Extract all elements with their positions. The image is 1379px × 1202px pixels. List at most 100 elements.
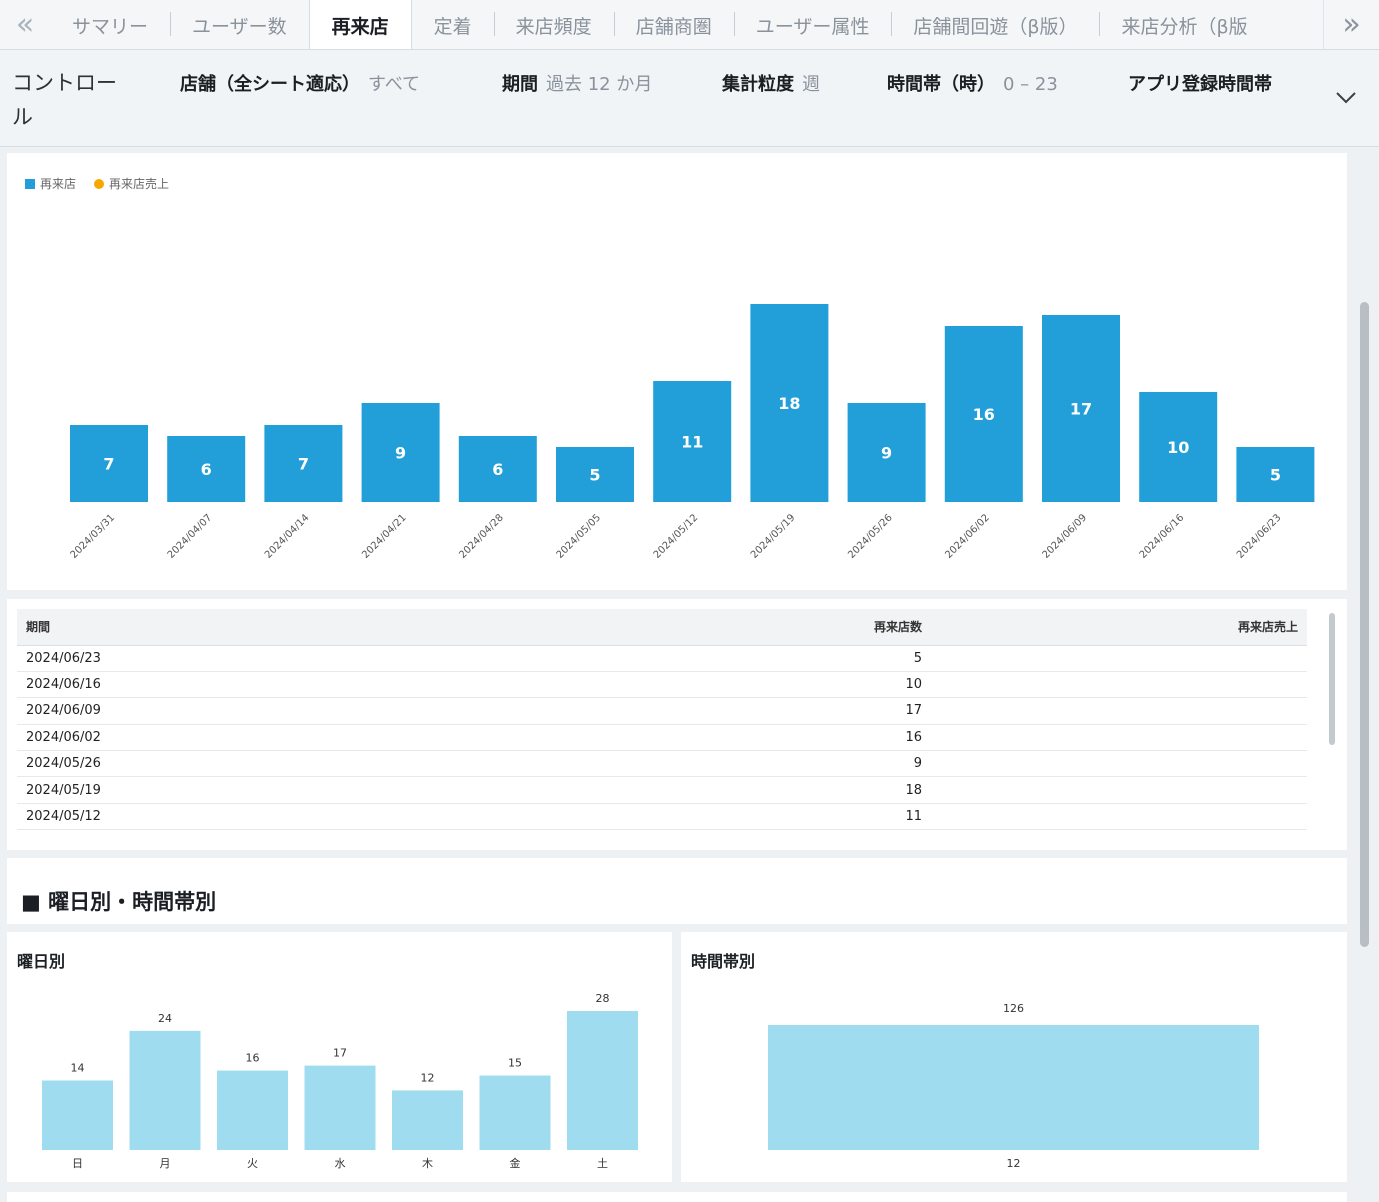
chevron-down-icon[interactable] bbox=[1335, 86, 1357, 108]
bar-value-label: 17 bbox=[333, 1047, 347, 1060]
tab-7[interactable]: 店舗間回遊（β版） bbox=[891, 0, 1099, 49]
cell-period: 2024/06/23 bbox=[17, 645, 675, 672]
legend-swatch-dot bbox=[94, 178, 105, 189]
revisit-bar-chart: 7 2024/03/31 6 2024/04/07 7 2024/04/14 9 2024/0… bbox=[69, 304, 1315, 561]
cell-revisit-count: 11 bbox=[675, 803, 931, 831]
bar-value-label: 126 bbox=[1003, 1002, 1024, 1015]
cell-revisit-count: 18 bbox=[675, 776, 931, 804]
column-header-revisit-count[interactable]: 再来店数 bbox=[675, 609, 931, 646]
table-row[interactable]: 2024/06/09 17 bbox=[17, 697, 1307, 725]
x-tick-label: 木 bbox=[422, 1157, 433, 1170]
cell-revisit-sales bbox=[931, 776, 1307, 804]
revisit-table-panel: 期間 再来店数 再来店売上 2024/06/23 5 2024/06/16 10 202… bbox=[7, 599, 1347, 850]
granularity-filter-label: 集計粒度 bbox=[722, 74, 794, 95]
legend-swatch-square bbox=[25, 178, 35, 189]
period-filter-label: 期間 bbox=[502, 74, 538, 95]
weekday-bar[interactable] bbox=[217, 1070, 288, 1150]
bar-value-label: 15 bbox=[508, 1057, 522, 1070]
weekday-bar[interactable] bbox=[479, 1075, 551, 1150]
cell-period: 2024/05/12 bbox=[17, 803, 675, 831]
cell-revisit-sales bbox=[931, 803, 1307, 831]
bar-value-label: 9 bbox=[395, 444, 406, 463]
legend-label: 再来店売上 bbox=[109, 177, 170, 191]
legend-item-revisit-sales[interactable]: 再来店売上 bbox=[94, 175, 169, 192]
table-row[interactable]: 2024/06/02 16 bbox=[17, 724, 1307, 752]
tab-2[interactable]: 再来店 bbox=[308, 0, 412, 49]
bar-value-label: 7 bbox=[298, 455, 309, 474]
bar-value-label: 24 bbox=[158, 1012, 172, 1025]
x-tick-label: 2024/06/09 bbox=[1041, 512, 1090, 561]
hour-filter[interactable]: 時間帯（時） 0 – 23 bbox=[887, 70, 1058, 96]
x-tick-label: 金 bbox=[510, 1156, 521, 1170]
bar-value-label: 7 bbox=[103, 455, 114, 474]
revisit-chart-panel: 再来店 再来店売上 7 2024/03/31 6 2024/04/07 7 2024/04… bbox=[7, 153, 1347, 590]
control-panel: コントロール 店舗（全シート適応） すべて 期間 過去 12 か月 集計粒度週 時間… bbox=[0, 50, 1379, 147]
table-row[interactable]: 2024/06/23 5 bbox=[17, 645, 1307, 672]
weekday-bar[interactable] bbox=[392, 1090, 463, 1150]
legend-label: 再来店 bbox=[40, 177, 77, 191]
tab-8[interactable]: 来店分析（β版 bbox=[1099, 0, 1269, 49]
cell-revisit-count: 16 bbox=[675, 724, 931, 752]
x-tick-label: 2024/06/02 bbox=[943, 512, 992, 561]
cell-revisit-sales bbox=[931, 671, 1307, 699]
bar-value-label: 18 bbox=[778, 394, 800, 413]
control-title: コントロール bbox=[12, 71, 117, 129]
bar-value-label: 16 bbox=[246, 1052, 260, 1065]
x-tick-label: 2024/03/31 bbox=[69, 512, 118, 561]
cell-revisit-count: 17 bbox=[675, 697, 931, 725]
x-tick-label: 2024/05/12 bbox=[652, 512, 701, 561]
cell-revisit-sales bbox=[931, 750, 1307, 778]
weekday-bar[interactable] bbox=[129, 1030, 201, 1150]
cell-revisit-count: 10 bbox=[675, 671, 931, 699]
bar-value-label: 5 bbox=[589, 466, 600, 485]
tab-0[interactable]: サマリー bbox=[50, 0, 170, 49]
period-filter-value: 過去 12 か月 bbox=[546, 74, 653, 95]
weekday-bar[interactable] bbox=[567, 1011, 638, 1150]
tab-6[interactable]: ユーザー属性 bbox=[733, 0, 892, 49]
x-tick-label: 2024/05/19 bbox=[749, 512, 798, 561]
weekday-bar[interactable] bbox=[304, 1065, 376, 1150]
tabs-scroll-right-icon[interactable]: » bbox=[1323, 0, 1379, 49]
bar-value-label: 6 bbox=[201, 460, 212, 479]
column-header-period[interactable]: 期間 bbox=[17, 609, 675, 646]
weekday-chart-title: 曜日別 bbox=[17, 952, 66, 971]
tab-5[interactable]: 店舗商圏 bbox=[613, 0, 734, 49]
cell-period: 2024/06/09 bbox=[17, 697, 675, 725]
table-row[interactable]: 2024/05/19 18 bbox=[17, 776, 1307, 804]
legend-item-revisit[interactable]: 再来店 bbox=[25, 175, 76, 192]
tabs-scroll-left-icon[interactable]: « bbox=[0, 0, 50, 49]
store-filter[interactable]: 店舗（全シート適応） すべて bbox=[180, 70, 420, 96]
bar-value-label: 9 bbox=[881, 444, 892, 463]
weekday-bar[interactable] bbox=[42, 1080, 113, 1151]
bar-value-label: 5 bbox=[1270, 466, 1281, 485]
cell-revisit-sales bbox=[931, 724, 1307, 752]
bar-value-label: 17 bbox=[1070, 400, 1092, 419]
bar-value-label: 10 bbox=[1167, 438, 1189, 457]
column-header-revisit-sales[interactable]: 再来店売上 bbox=[931, 609, 1307, 646]
sheet-tab-bar: « サマリー ユーザー数 再来店 定着 来店頻度 店舗商圏 ユーザー属性 店舗間回遊（β版）来… bbox=[0, 0, 1379, 50]
hour-chart-title: 時間帯別 bbox=[691, 952, 756, 971]
tab-4[interactable]: 来店頻度 bbox=[493, 0, 614, 49]
store-filter-label: 店舗（全シート適応） bbox=[180, 74, 360, 95]
table-scrollbar[interactable] bbox=[1329, 613, 1335, 745]
x-tick-label: 2024/04/21 bbox=[360, 512, 409, 561]
hour-chart-panel: 時間帯別 126 12 bbox=[681, 932, 1347, 1182]
granularity-filter[interactable]: 集計粒度週 bbox=[722, 70, 820, 96]
app-register-filter[interactable]: アプリ登録時間帯 bbox=[1128, 70, 1272, 96]
bar-value-label: 28 bbox=[596, 992, 610, 1005]
page-scrollbar-thumb[interactable] bbox=[1360, 302, 1369, 947]
section-title: ■ 曜日別・時間帯別 bbox=[21, 890, 217, 914]
cell-revisit-count: 5 bbox=[675, 645, 931, 672]
cell-revisit-count: 9 bbox=[675, 750, 931, 778]
table-row[interactable]: 2024/05/12 11 bbox=[17, 803, 1307, 831]
x-tick-label: 月 bbox=[160, 1157, 171, 1170]
tab-3[interactable]: 定着 bbox=[412, 0, 494, 49]
tab-1[interactable]: ユーザー数 bbox=[170, 0, 309, 49]
period-filter[interactable]: 期間 過去 12 か月 bbox=[502, 70, 652, 96]
table-row[interactable]: 2024/05/26 9 bbox=[17, 750, 1307, 778]
table-row[interactable]: 2024/06/16 10 bbox=[17, 671, 1307, 699]
cell-period: 2024/05/26 bbox=[17, 750, 675, 778]
hour-bar[interactable] bbox=[768, 1025, 1259, 1150]
next-panel-edge bbox=[7, 1192, 1347, 1202]
table-header-row: 期間 再来店数 再来店売上 bbox=[17, 609, 1307, 646]
